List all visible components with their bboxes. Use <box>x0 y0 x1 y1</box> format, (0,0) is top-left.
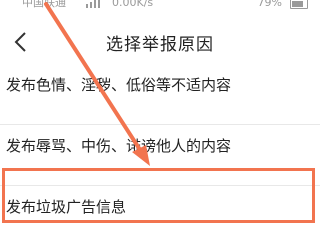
report-reason-item[interactable]: 发布辱骂、中伤、诽谤他人的内容 <box>0 125 320 167</box>
report-reason-label: 发布垃圾广告信息 <box>6 198 127 216</box>
carrier-name: 中国联通 <box>22 0 66 9</box>
battery-icon <box>290 0 308 9</box>
signal-icon <box>86 0 100 12</box>
report-reason-item[interactable]: 发布垃圾广告信息 <box>0 186 320 228</box>
report-reason-list: 发布色情、淫秽、低俗等不适内容 发布辱骂、中伤、诽谤他人的内容 发布垃圾广告信息 <box>0 64 320 228</box>
page-title: 选择举报原因 <box>106 35 214 55</box>
status-bar: 中国联通 0.00K/s 79% <box>0 0 320 14</box>
report-reason-label: 发布辱骂、中伤、诽谤他人的内容 <box>6 137 232 155</box>
network-speed: 0.00K/s <box>112 0 154 9</box>
report-reason-item[interactable]: 发布色情、淫秽、低俗等不适内容 <box>0 64 320 106</box>
battery-percent: 79% <box>257 0 282 9</box>
report-reason-label: 发布色情、淫秽、低俗等不适内容 <box>6 76 232 94</box>
nav-bar: 选择举报原因 <box>0 20 320 64</box>
